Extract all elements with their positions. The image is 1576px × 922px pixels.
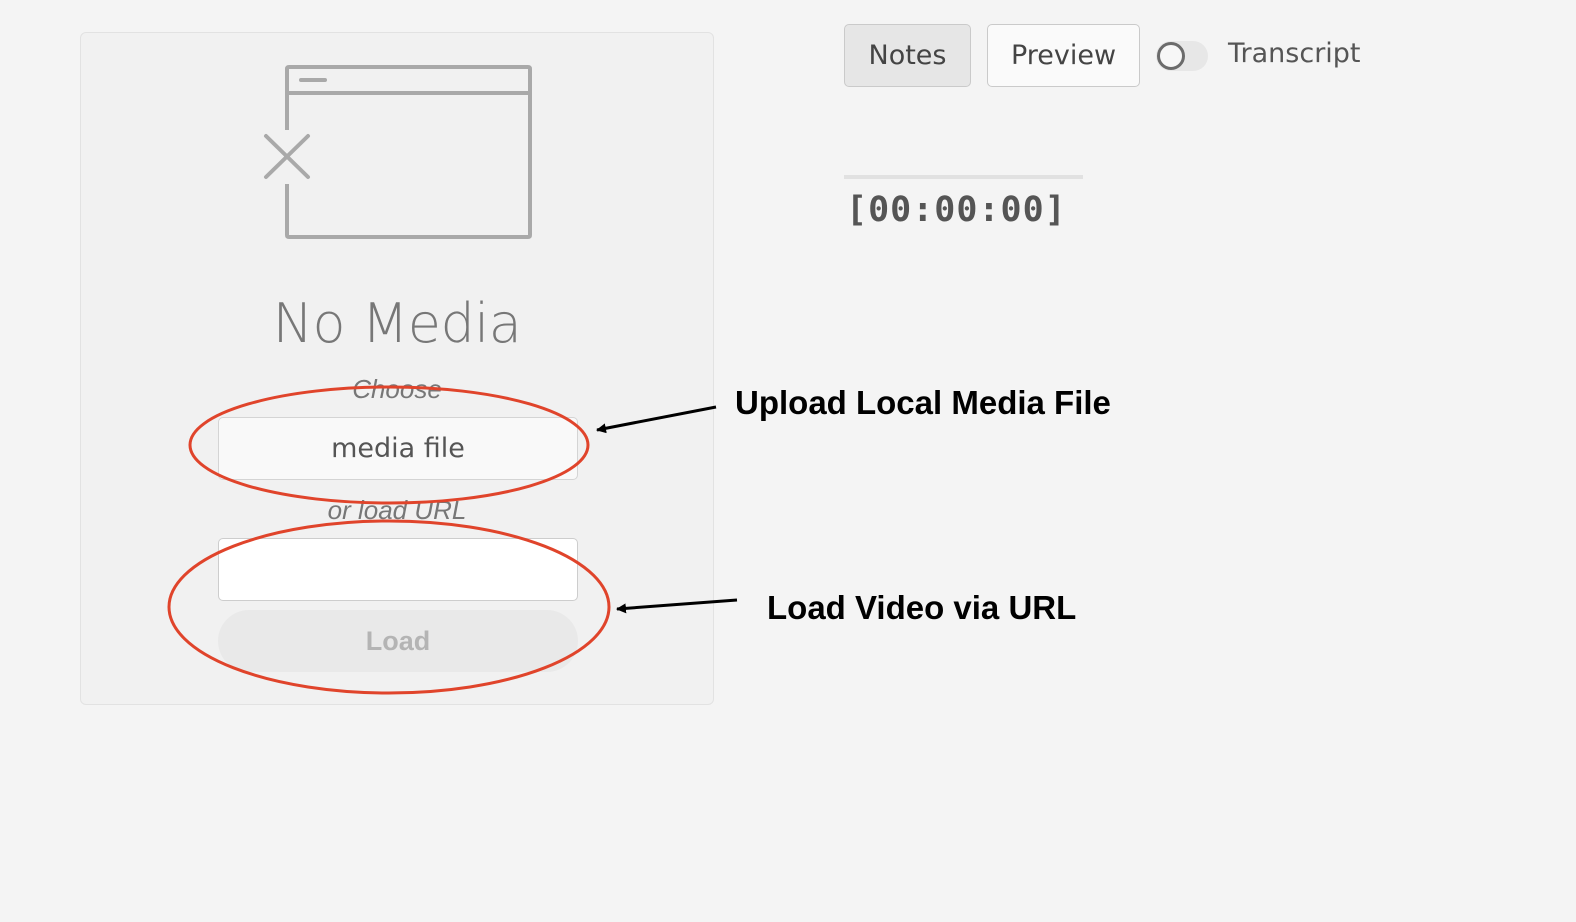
timecode-progress-bar bbox=[844, 175, 1083, 179]
timecode-display: [00:00:00] bbox=[846, 190, 1067, 230]
annotation-upload-label: Upload Local Media File bbox=[735, 384, 1111, 421]
transcript-label: Transcript bbox=[1228, 38, 1361, 69]
load-url-button[interactable]: Load bbox=[218, 610, 578, 672]
tab-preview[interactable]: Preview bbox=[987, 24, 1140, 87]
no-media-title: No Media bbox=[272, 292, 522, 355]
choose-media-file-button[interactable]: media file bbox=[218, 417, 578, 480]
choose-label: Choose bbox=[352, 374, 442, 404]
tab-notes[interactable]: Notes bbox=[844, 24, 971, 87]
toggle-knob bbox=[1157, 42, 1185, 70]
transcript-toggle[interactable] bbox=[1156, 41, 1208, 71]
load-url-label: or load URL bbox=[327, 495, 467, 525]
no-media-window-icon bbox=[264, 65, 532, 239]
annotation-url-label: Load Video via URL bbox=[767, 589, 1077, 626]
media-url-input[interactable] bbox=[218, 538, 578, 601]
